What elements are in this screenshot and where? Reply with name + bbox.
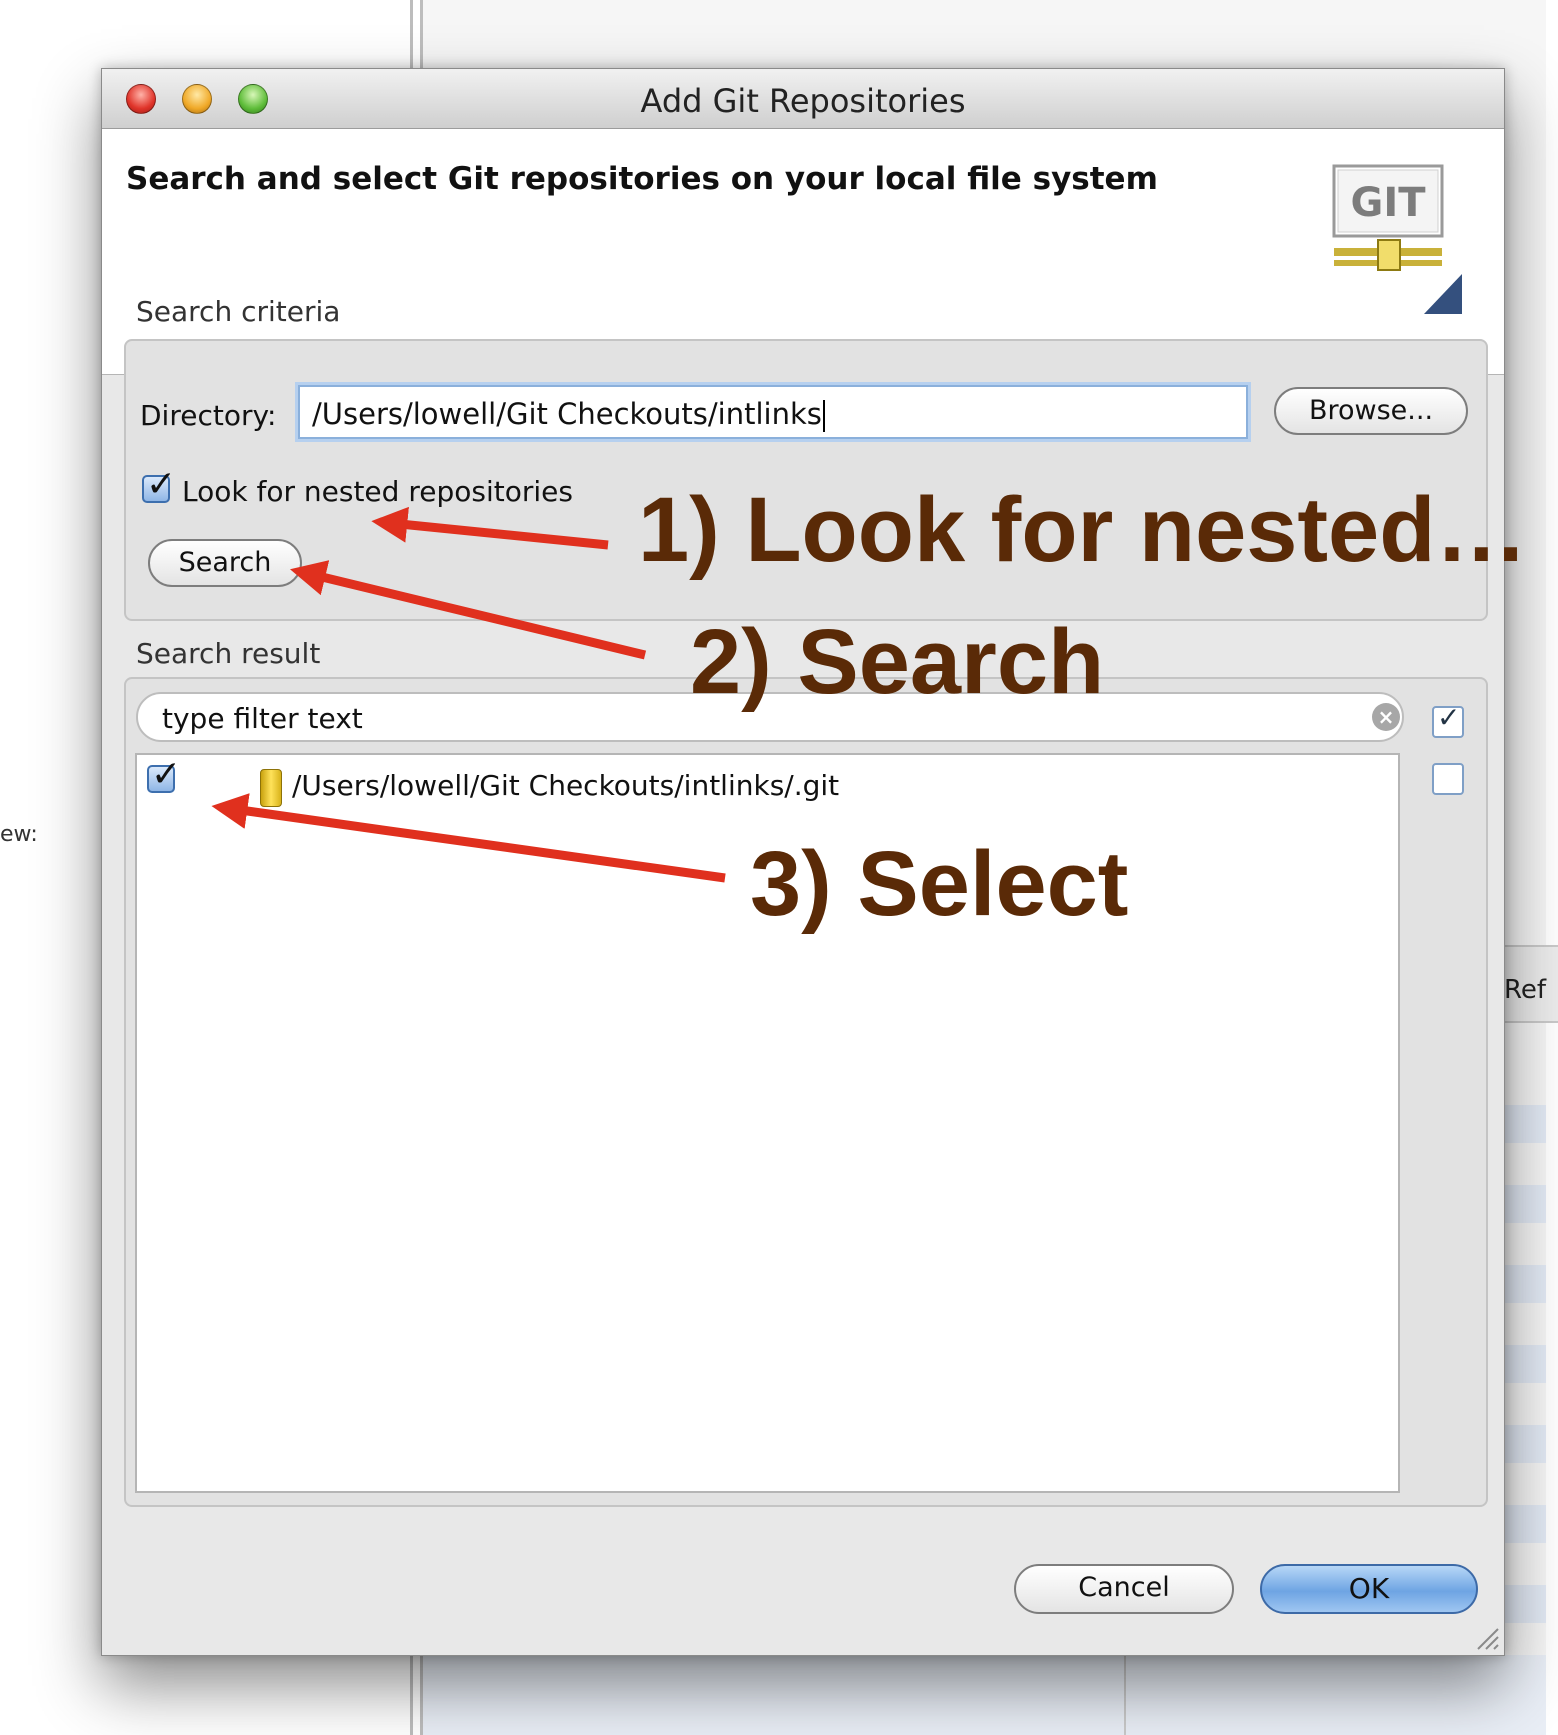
background-left-label: ew: (0, 822, 38, 847)
git-logo-icon: GIT (1332, 164, 1462, 314)
text-caret (822, 400, 825, 432)
deselect-all-button[interactable] (1432, 763, 1464, 795)
browse-button[interactable]: Browse... (1274, 387, 1468, 435)
background-row-stripe (1500, 1345, 1546, 1383)
checkmark-icon: ✓ (1437, 701, 1461, 734)
dialog-titlebar[interactable]: Add Git Repositories (102, 69, 1504, 129)
background-row-stripe (1500, 1505, 1546, 1543)
git-logo-text: GIT (1351, 180, 1427, 226)
directory-input-value: /Users/lowell/Git Checkouts/intlinks (312, 397, 822, 431)
search-result-label: Search result (136, 637, 321, 670)
annotation-step3: 3) Select (750, 833, 1129, 935)
background-row-stripe (1500, 1105, 1546, 1143)
background-row-stripe (1500, 1425, 1546, 1463)
background-right-edge (1546, 0, 1558, 1735)
nested-repositories-label: Look for nested repositories (182, 475, 573, 508)
dialog-header-text: Search and select Git repositories on yo… (126, 161, 1158, 197)
ok-button[interactable]: OK (1260, 1564, 1478, 1614)
background-row-stripe (1500, 1265, 1546, 1303)
background-row-stripe (1500, 1585, 1546, 1623)
directory-label: Directory: (140, 399, 277, 432)
clear-filter-icon[interactable]: × (1372, 703, 1400, 731)
search-criteria-label: Search criteria (136, 295, 341, 328)
select-all-button[interactable]: ✓ (1432, 701, 1464, 738)
annotation-step1: 1) Look for nested… (638, 479, 1528, 581)
repository-path: /Users/lowell/Git Checkouts/intlinks/.gi… (292, 769, 840, 802)
background-bottom-panel (423, 1655, 1546, 1735)
background-bottom-divider (1124, 1655, 1126, 1735)
search-button[interactable]: Search (148, 539, 302, 587)
repository-icon (260, 769, 282, 807)
repository-checkbox[interactable]: ✓ (147, 757, 181, 793)
background-row-stripe (1500, 1185, 1546, 1223)
checkmark-icon: ✓ (146, 464, 177, 505)
checkmark-icon: ✓ (151, 754, 182, 795)
background-ref-column-header[interactable]: Ref (1496, 945, 1558, 1023)
nested-repositories-checkbox[interactable]: ✓ (142, 467, 176, 503)
dialog-title: Add Git Repositories (640, 82, 966, 120)
annotation-step2: 2) Search (690, 611, 1105, 713)
resize-grip-icon[interactable] (1474, 1625, 1500, 1651)
cancel-button[interactable]: Cancel (1014, 1564, 1234, 1614)
directory-input[interactable]: /Users/lowell/Git Checkouts/intlinks (298, 385, 1248, 439)
